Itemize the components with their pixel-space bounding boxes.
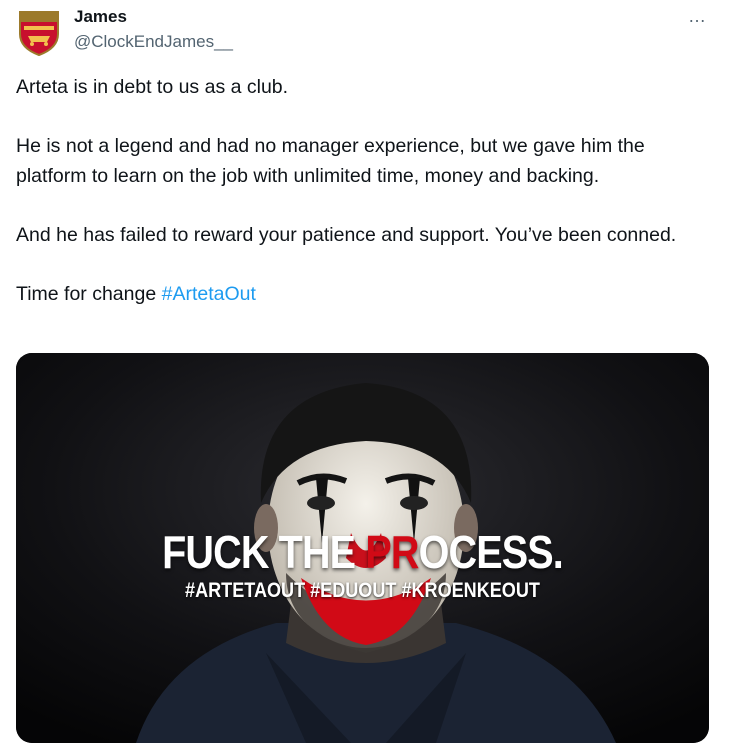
handle[interactable]: @ClockEndJames__	[74, 32, 233, 52]
tweet-paragraph-1: Arteta is in debt to us as a club.	[16, 76, 289, 98]
image-headline: FUCK THE PROCESS.	[65, 525, 661, 579]
tweet-text: Arteta is in debt to us as a club. He is…	[16, 73, 706, 309]
tweet-paragraph-4: Time for change #ArtetaOut	[16, 280, 706, 310]
headline-part-red: PR	[365, 526, 419, 578]
image-hashtags: #ARTETAOUT #EDUOUT #KROENKEOUT	[185, 579, 540, 602]
tweet-image[interactable]: FUCK THE PROCESS. #ARTETAOUT #EDUOUT #KR…	[16, 353, 709, 743]
arsenal-crest-icon	[19, 11, 59, 57]
hashtag-link[interactable]: #ArtetaOut	[162, 283, 256, 305]
headline-part-2: OCESS.	[418, 526, 564, 578]
avatar[interactable]	[18, 10, 60, 57]
headline-part-1: FUCK THE	[162, 526, 366, 578]
tweet-text-prefix: Time for change	[16, 282, 162, 305]
more-options-icon[interactable]: …	[688, 6, 707, 27]
display-name[interactable]: James	[74, 7, 127, 27]
tweet-paragraph-2: He is not a legend and had no manager ex…	[16, 135, 645, 187]
tweet-paragraph-3: And he has failed to reward your patienc…	[16, 223, 677, 246]
